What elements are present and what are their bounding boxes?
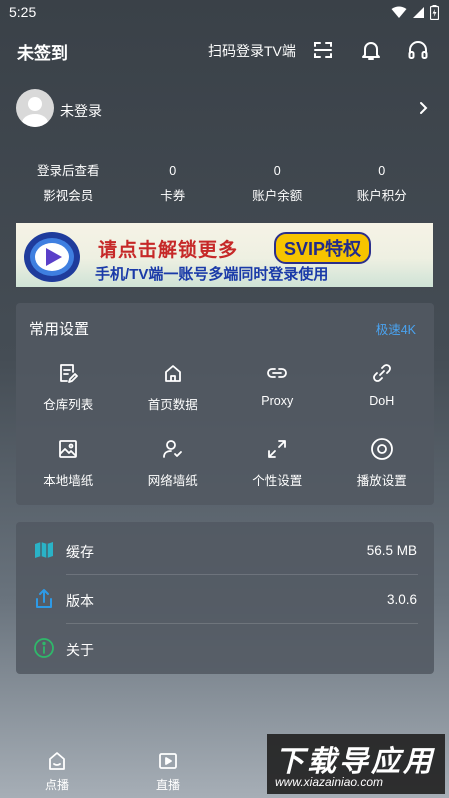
svip-promo-banner[interactable]: 请点击解锁更多 SVIP特权 手机/TV端一账号多端同时登录使用	[16, 223, 433, 287]
row-label: 缓存	[66, 544, 94, 560]
svip-badge: SVIP特权	[274, 232, 372, 264]
setting-local-wallpaper[interactable]: 本地墙纸	[16, 427, 121, 503]
nav-vod[interactable]: 点播	[27, 748, 87, 793]
stat-coupons[interactable]: 0 卡券	[121, 160, 226, 216]
header: 未签到 扫码登录TV端	[0, 34, 449, 68]
stat-balance[interactable]: 0 账户余额	[225, 160, 330, 216]
setting-network-wallpaper[interactable]: 网络墙纸	[121, 427, 226, 503]
user-profile-row[interactable]: 未登录	[16, 89, 434, 129]
share-icon	[33, 588, 55, 610]
scan-icon[interactable]	[310, 37, 336, 63]
card-title: 常用设置	[29, 321, 90, 338]
info-icon	[33, 637, 55, 659]
setting-label: 网络墙纸	[147, 474, 198, 488]
nav-label: 点播	[44, 778, 69, 792]
setting-label: 本地墙纸	[43, 474, 94, 488]
row-version[interactable]: 版本 3.0.6	[16, 574, 434, 623]
user-name: 未登录	[60, 103, 102, 119]
chain-icon	[370, 361, 394, 385]
user-check-icon	[161, 437, 185, 461]
page-title[interactable]: 未签到	[17, 39, 68, 64]
link-icon	[265, 361, 289, 385]
setting-label: Proxy	[261, 394, 294, 408]
setting-label: 首页数据	[147, 398, 198, 412]
setting-playback[interactable]: 播放设置	[330, 427, 435, 503]
speed-4k-link[interactable]: 极速4K	[376, 319, 416, 338]
play-logo-icon	[24, 232, 80, 282]
stat-label: 账户积分	[356, 189, 407, 203]
avatar	[16, 89, 54, 127]
stat-vip[interactable]: 登录后查看 影视会员	[16, 160, 121, 216]
watermark-logo: 下载导应用 www.xiazainiao.com	[267, 734, 445, 794]
stat-label: 卡券	[160, 189, 186, 203]
setting-home-data[interactable]: 首页数据	[121, 351, 226, 427]
document-edit-icon	[56, 361, 80, 385]
setting-doh[interactable]: DoH	[330, 351, 435, 427]
settings-grid: 仓库列表 首页数据 Proxy DoH 本地墙纸 网络墙纸 个性设置 播放设置	[16, 351, 434, 503]
stat-label: 账户余额	[252, 189, 303, 203]
image-icon	[56, 437, 80, 461]
play-circle-icon	[370, 437, 394, 461]
row-cache[interactable]: 缓存 56.5 MB	[16, 525, 434, 574]
row-about[interactable]: 关于	[16, 623, 434, 672]
watermark-title: 下载导应用	[275, 746, 436, 778]
status-bar: 5:25	[0, 0, 449, 26]
stat-value: 登录后查看	[36, 164, 100, 178]
stat-label: 影视会员	[43, 189, 94, 203]
banner-headline: 请点击解锁更多	[98, 240, 239, 261]
home-icon	[161, 361, 185, 385]
account-stats: 登录后查看 影视会员 0 卡券 0 账户余额 0 账户积分	[16, 160, 434, 216]
map-icon	[33, 539, 55, 561]
headphones-icon[interactable]	[405, 37, 431, 63]
setting-label: 播放设置	[356, 474, 407, 488]
setting-repo-list[interactable]: 仓库列表	[16, 351, 121, 427]
expand-icon	[265, 437, 289, 461]
chevron-right-icon	[416, 99, 430, 122]
version-value: 3.0.6	[386, 592, 417, 607]
stat-points[interactable]: 0 账户积分	[330, 160, 435, 216]
setting-personalize[interactable]: 个性设置	[225, 427, 330, 503]
common-settings-card: 常用设置 极速4K 仓库列表 首页数据 Proxy DoH 本地墙纸 网络墙纸 …	[16, 303, 434, 505]
setting-label: 个性设置	[252, 474, 303, 488]
stat-value: 0	[273, 164, 281, 178]
nav-label: 直播	[155, 778, 180, 792]
scan-login-tv-link[interactable]: 扫码登录TV端	[208, 41, 296, 61]
cache-size: 56.5 MB	[366, 543, 417, 558]
stat-value: 0	[169, 164, 177, 178]
status-time: 5:25	[9, 4, 37, 20]
battery-icon	[429, 5, 440, 25]
watermark-url: www.xiazainiao.com	[275, 775, 384, 789]
row-label: 关于	[66, 642, 94, 658]
tv-play-icon	[138, 748, 198, 774]
nav-live[interactable]: 直播	[138, 748, 198, 793]
signal-icon	[412, 6, 425, 24]
wifi-icon	[391, 6, 407, 24]
stat-value: 0	[378, 164, 386, 178]
setting-label: 仓库列表	[43, 398, 94, 412]
bell-icon[interactable]	[358, 37, 384, 63]
setting-label: DoH	[369, 394, 395, 408]
status-icons	[391, 5, 440, 25]
home-nav-icon	[27, 748, 87, 774]
row-label: 版本	[66, 593, 94, 609]
banner-subline: 手机/TV端一账号多端同时登录使用	[95, 266, 329, 283]
info-card: 缓存 56.5 MB 版本 3.0.6 关于	[16, 522, 434, 674]
setting-proxy[interactable]: Proxy	[225, 351, 330, 427]
